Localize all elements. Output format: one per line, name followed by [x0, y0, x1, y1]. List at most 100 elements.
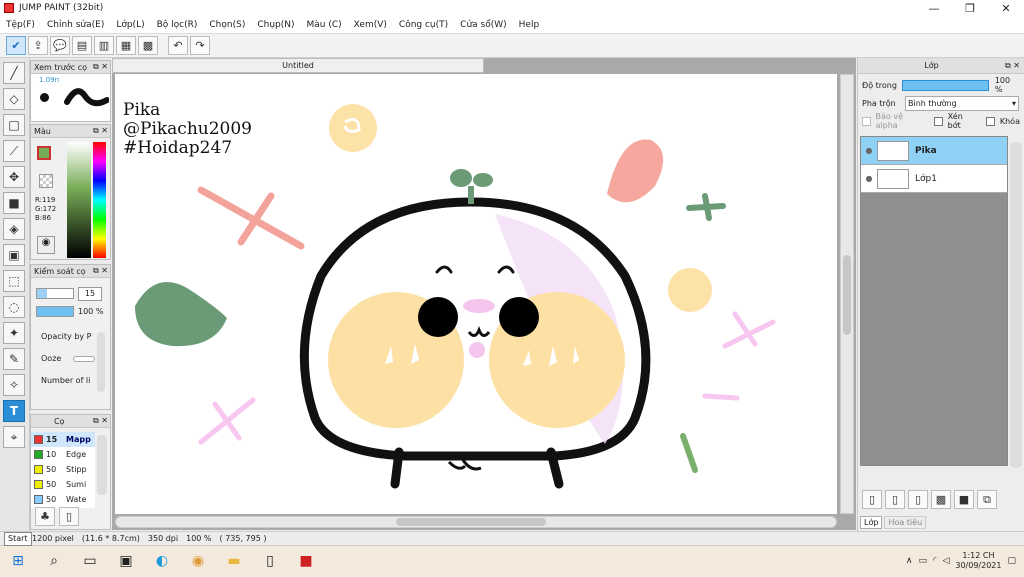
menu-capture[interactable]: Chụp(N)	[251, 20, 300, 30]
new-layer-1bit-icon[interactable]: ▯	[908, 490, 928, 509]
transparent-swatch[interactable]	[39, 174, 53, 188]
clip-checkbox[interactable]	[934, 116, 943, 126]
comment-icon[interactable]: 💬	[50, 36, 70, 55]
hue-slider[interactable]	[93, 142, 106, 258]
menu-window[interactable]: Cửa sổ(W)	[454, 20, 512, 30]
panel-close-icon[interactable]: ⧉ ✕	[93, 416, 110, 426]
selection-pen-tool-icon[interactable]: ✎	[3, 348, 25, 370]
eraser-tool-icon[interactable]: ◇	[3, 88, 25, 110]
layer-list-scrollbar[interactable]	[1010, 142, 1022, 468]
windows-start-icon[interactable]: ⊞	[0, 546, 36, 577]
new-layer-8bit-icon[interactable]: ▯	[885, 490, 905, 509]
document-tab[interactable]: Untitled	[112, 58, 484, 73]
move-tool-icon[interactable]: ✥	[3, 166, 25, 188]
brush-item[interactable]: 15 Mapp	[31, 432, 95, 447]
network-icon[interactable]: ◜	[933, 556, 937, 566]
page-icon[interactable]: ▥	[94, 36, 114, 55]
brush-list-scrollbar[interactable]	[97, 435, 107, 495]
file-icon[interactable]: ▯	[252, 546, 288, 577]
color-saturation-box[interactable]	[67, 142, 91, 258]
brush-control-scrollbar[interactable]	[97, 332, 105, 392]
menu-help[interactable]: Help	[513, 20, 546, 30]
menu-edit[interactable]: Chỉnh sửa(E)	[41, 20, 110, 30]
new-brush-icon[interactable]: ▯	[59, 507, 79, 526]
share-icon[interactable]: ⇪	[28, 36, 48, 55]
jump-paint-icon[interactable]: ■	[288, 546, 324, 577]
layer-row[interactable]: ● Pika	[861, 137, 1007, 165]
volume-icon[interactable]: ◁	[942, 556, 949, 566]
eyedropper-tool-icon[interactable]: ⌖	[3, 426, 25, 448]
layer-opacity-slider[interactable]	[901, 79, 989, 91]
brush-size-slider[interactable]	[36, 288, 74, 299]
visibility-icon[interactable]: ●	[861, 146, 877, 155]
file-explorer-icon[interactable]: ▬	[216, 546, 252, 577]
line-tool-icon[interactable]: ⟋	[3, 140, 25, 162]
select-rect-tool-icon[interactable]: ⬚	[3, 270, 25, 292]
protect-alpha-checkbox[interactable]	[862, 116, 871, 126]
menu-filter[interactable]: Bộ lọc(R)	[151, 20, 204, 30]
redo-icon[interactable]: ↷	[190, 36, 210, 55]
chevron-up-icon[interactable]: ∧	[906, 556, 913, 566]
notification-icon[interactable]: ▢	[1007, 556, 1016, 566]
brush-item[interactable]: 50 Wate	[31, 492, 95, 507]
chrome-icon[interactable]: ◉	[180, 546, 216, 577]
menu-select[interactable]: Chọn(S)	[203, 20, 251, 30]
menu-file[interactable]: Tệp(F)	[0, 20, 41, 30]
minimize-button[interactable]: —	[916, 2, 952, 15]
tab-layer[interactable]: Lớp	[860, 516, 883, 529]
brush-tool-icon[interactable]: ╱	[3, 62, 25, 84]
edge-icon[interactable]: ◐	[144, 546, 180, 577]
maximize-button[interactable]: ❐	[952, 2, 988, 15]
ooze-slider[interactable]	[73, 356, 95, 362]
panel-close-icon[interactable]: ⧉ ✕	[93, 126, 110, 136]
panel-close-icon[interactable]: ⧉ ✕	[93, 62, 110, 72]
store-icon[interactable]: ▣	[108, 546, 144, 577]
text-tool-icon[interactable]: T	[3, 400, 25, 422]
magic-wand-tool-icon[interactable]: ✦	[3, 322, 25, 344]
canvas-size: 1200 pixel	[32, 534, 74, 543]
search-icon[interactable]: ⌕	[36, 546, 72, 577]
brush-size-field[interactable]: 15	[78, 287, 102, 301]
primary-color-swatch[interactable]	[37, 146, 51, 160]
menu-tools[interactable]: Công cụ(T)	[393, 20, 454, 30]
visibility-icon[interactable]: ●	[861, 174, 877, 183]
battery-icon[interactable]: ▭	[918, 556, 927, 566]
menu-layer[interactable]: Lớp(L)	[110, 20, 150, 30]
brush-color-swatch	[34, 465, 43, 474]
undo-icon[interactable]: ↶	[168, 36, 188, 55]
canvas-vertical-scrollbar[interactable]	[840, 74, 854, 514]
task-view-icon[interactable]: ▭	[72, 546, 108, 577]
clock[interactable]: 1:12 CH 30/09/2021	[955, 551, 1001, 571]
layer-row[interactable]: ● Lớp1	[861, 165, 1007, 193]
new-folder-icon[interactable]: ■	[954, 490, 974, 509]
tree-icon[interactable]: ♣	[35, 507, 55, 526]
brush-item[interactable]: 10 Edge	[31, 447, 95, 462]
brush-item[interactable]: 50 Stipp	[31, 462, 95, 477]
lasso-tool-icon[interactable]: ◌	[3, 296, 25, 318]
new-halftone-layer-icon[interactable]: ▩	[931, 490, 951, 509]
bucket-tool-icon[interactable]: ◈	[3, 218, 25, 240]
rectangle-tool-icon[interactable]: □	[3, 114, 25, 136]
new-layer-icon[interactable]: ▯	[862, 490, 882, 509]
palette-icon[interactable]: ◉	[37, 236, 55, 254]
gradient-tool-icon[interactable]: ▣	[3, 244, 25, 266]
tab-navigator[interactable]: Hoa tiêu	[884, 516, 927, 529]
drawing-canvas[interactable]: Pika @Pikachu2009 #Hoidap247	[115, 74, 837, 514]
blend-mode-select[interactable]: Bình thường ▾	[905, 95, 1019, 111]
menu-view[interactable]: Xem(V)	[348, 20, 393, 30]
canvas-horizontal-scrollbar[interactable]	[115, 516, 837, 528]
brush-item[interactable]: 50 Sumi	[31, 477, 95, 492]
close-button[interactable]: ✕	[988, 2, 1024, 15]
grid-icon[interactable]: ▩	[138, 36, 158, 55]
duplicate-layer-icon[interactable]: ⧉	[977, 490, 997, 509]
selection-eraser-tool-icon[interactable]: ✧	[3, 374, 25, 396]
message-icon[interactable]: ▤	[72, 36, 92, 55]
brush-opacity-slider[interactable]	[36, 306, 74, 317]
panel-close-icon[interactable]: ⧉ ✕	[93, 266, 110, 276]
lock-checkbox[interactable]	[986, 116, 995, 126]
document-icon[interactable]: ▦	[116, 36, 136, 55]
check-icon[interactable]: ✔	[6, 36, 26, 55]
fill-rect-tool-icon[interactable]: ■	[3, 192, 25, 214]
panel-close-icon[interactable]: ⧉ ✕	[1005, 58, 1024, 74]
menu-color[interactable]: Màu (C)	[301, 20, 348, 30]
